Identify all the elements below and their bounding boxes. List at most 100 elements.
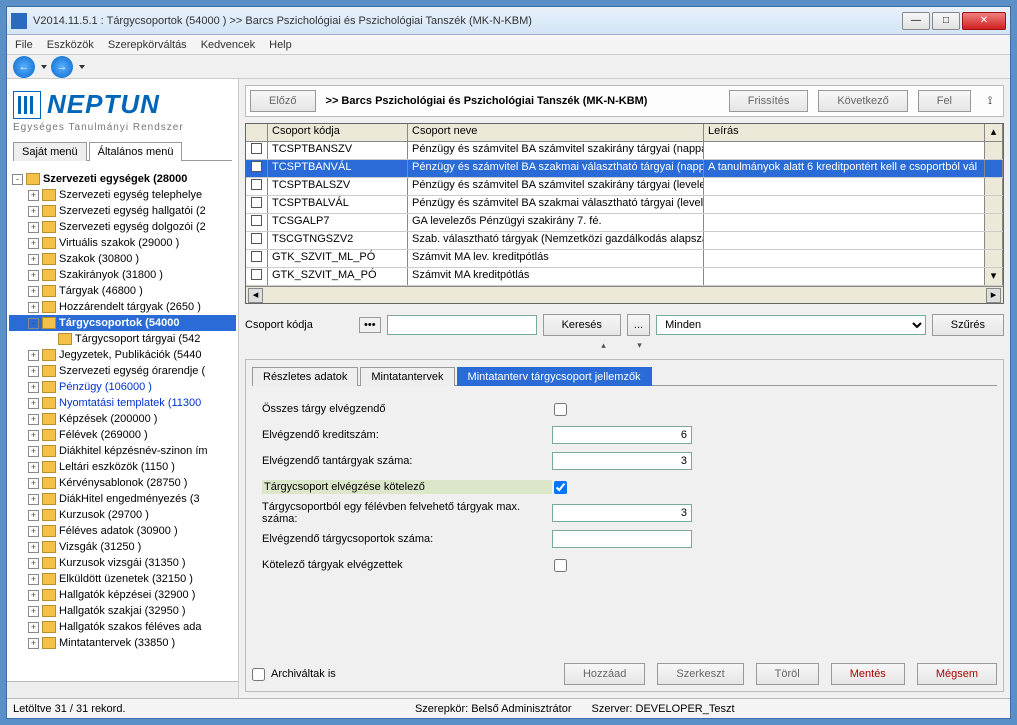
tree-expander-icon[interactable]: + [28, 606, 39, 617]
tree-expander-icon[interactable]: + [28, 510, 39, 521]
tree-item[interactable]: +Hallgatók szakos féléves ada [9, 619, 236, 635]
row-checkbox[interactable] [246, 142, 268, 159]
input-required-groups[interactable] [552, 530, 692, 548]
checkbox-mandatory-done[interactable] [554, 559, 567, 572]
tree-view[interactable]: -Szervezeti egységek (28000+Szervezeti e… [7, 167, 238, 681]
nav-back-dropdown-icon[interactable] [41, 65, 47, 69]
input-max-per-sem[interactable] [552, 504, 692, 522]
tree-item[interactable]: +Szervezeti egység dolgozói (2 [9, 219, 236, 235]
table-row[interactable]: TSCGTNGSZV2Szab. választható tárgyak (Ne… [246, 232, 1003, 250]
tree-expander-icon[interactable]: + [28, 254, 39, 265]
tree-item[interactable]: +Vizsgák (31250 ) [9, 539, 236, 555]
grid-scroll-right-icon[interactable]: ▸ [986, 288, 1001, 303]
tree-expander-icon[interactable]: + [28, 462, 39, 473]
row-checkbox[interactable] [246, 268, 268, 285]
nav-back-button[interactable]: ← [13, 56, 35, 78]
checkbox-group-mandatory[interactable] [554, 481, 567, 494]
search-input[interactable] [387, 315, 537, 335]
tree-item[interactable]: +Szakok (30800 ) [9, 251, 236, 267]
cancel-button[interactable]: Mégsem [917, 663, 997, 685]
input-required-subjects[interactable] [552, 452, 692, 470]
tree-item[interactable]: +Kurzusok vizsgái (31350 ) [9, 555, 236, 571]
tree-expander-icon[interactable]: + [28, 526, 39, 537]
grid-scroll-track[interactable] [985, 232, 1003, 249]
save-button[interactable]: Mentés [831, 663, 905, 685]
grid-scroll-track[interactable] [985, 214, 1003, 231]
tree-item[interactable]: +Leltári eszközök (1150 ) [9, 459, 236, 475]
next-button[interactable]: Következő [818, 90, 907, 112]
tree-expander-icon[interactable]: + [28, 286, 39, 297]
filter-select[interactable]: Minden [656, 315, 926, 335]
tree-expander-icon[interactable]: + [28, 542, 39, 553]
tree-expander-icon[interactable]: + [28, 414, 39, 425]
grid-header-scrollup-icon[interactable]: ▴ [985, 124, 1003, 141]
tree-item[interactable]: +Elküldött üzenetek (32150 ) [9, 571, 236, 587]
tree-expander-icon[interactable]: + [28, 446, 39, 457]
tree-item[interactable]: +Hallgatók szakjai (32950 ) [9, 603, 236, 619]
grid-scroll-left-icon[interactable]: ◂ [248, 288, 263, 303]
tree-expander-icon[interactable]: + [28, 478, 39, 489]
tree-expander-icon[interactable]: + [28, 382, 39, 393]
tree-expander-icon[interactable]: + [28, 398, 39, 409]
close-button[interactable]: ✕ [962, 12, 1006, 30]
tree-expander-icon[interactable]: - [28, 318, 39, 329]
menu-help[interactable]: Help [269, 39, 292, 51]
table-row[interactable]: GTK_SZVIT_MA_PÓSzámvit MA kreditpótlás▾ [246, 268, 1003, 286]
tree-expander-icon[interactable]: + [28, 350, 39, 361]
edit-button[interactable]: Szerkeszt [657, 663, 743, 685]
tree-item[interactable]: -Tárgycsoportok (54000 [9, 315, 236, 331]
grid-scroll-track[interactable] [985, 250, 1003, 267]
menu-tools[interactable]: Eszközök [47, 39, 94, 51]
tree-item[interactable]: +Kurzusok (29700 ) [9, 507, 236, 523]
tree-expander-icon[interactable]: + [28, 238, 39, 249]
table-row[interactable]: TCSPTBANVÁLPénzügy és számvitel BA szakm… [246, 160, 1003, 178]
tree-expander-icon[interactable]: + [28, 558, 39, 569]
row-checkbox[interactable] [246, 232, 268, 249]
grid-header-code[interactable]: Csoport kódja [268, 124, 408, 141]
add-button[interactable]: Hozzáad [564, 663, 645, 685]
tree-item[interactable]: +Szervezeti egység telephelye [9, 187, 236, 203]
tree-expander-icon[interactable]: + [28, 302, 39, 313]
row-checkbox[interactable] [246, 250, 268, 267]
splitter-handle[interactable]: ▴ ▾ [245, 340, 1004, 351]
titlebar[interactable]: V2014.11.5.1 : Tárgycsoportok (54000 ) >… [7, 7, 1010, 35]
menu-favorites[interactable]: Kedvencek [201, 39, 255, 51]
delete-button[interactable]: Töröl [756, 663, 819, 685]
tree-item[interactable]: +Tárgyak (46800 ) [9, 283, 236, 299]
row-checkbox[interactable] [246, 196, 268, 213]
tree-item[interactable]: +Nyomtatási templatek (11300 [9, 395, 236, 411]
tree-item[interactable]: +Féléves adatok (30900 ) [9, 523, 236, 539]
tree-hscroll[interactable] [7, 681, 238, 698]
tree-item[interactable]: +Kérvénysablonok (28750 ) [9, 475, 236, 491]
row-checkbox[interactable] [246, 160, 268, 177]
tree-item[interactable]: +Képzések (200000 ) [9, 411, 236, 427]
menu-rolechange[interactable]: Szerepkörváltás [108, 39, 187, 51]
tab-own-menu[interactable]: Saját menü [13, 142, 87, 161]
pin-icon[interactable]: ⟟ [981, 95, 999, 108]
tab-details[interactable]: Részletes adatok [252, 367, 358, 386]
table-row[interactable]: GTK_SZVIT_ML_PÓSzámvit MA lev. kreditpót… [246, 250, 1003, 268]
tree-item[interactable]: Tárgycsoport tárgyai (542 [9, 331, 236, 347]
tab-general-menu[interactable]: Általános menü [89, 142, 183, 161]
table-row[interactable]: TCSPTBANSZVPénzügy és számvitel BA számv… [246, 142, 1003, 160]
tree-item[interactable]: +Hallgatók képzései (32900 ) [9, 587, 236, 603]
browse-button[interactable]: ... [627, 314, 650, 336]
tree-item[interactable]: +Jegyzetek, Publikációk (5440 [9, 347, 236, 363]
row-checkbox[interactable] [246, 178, 268, 195]
tree-expander-icon[interactable]: + [28, 270, 39, 281]
grid-header-name[interactable]: Csoport neve [408, 124, 704, 141]
tree-expander-icon[interactable]: + [28, 622, 39, 633]
tab-group-properties[interactable]: Mintatanterv tárgycsoport jellemzők [457, 367, 652, 386]
tree-expander-icon[interactable]: + [28, 574, 39, 585]
table-row[interactable]: TCSPTBALVÁLPénzügy és számvitel BA szakm… [246, 196, 1003, 214]
checkbox-all-required[interactable] [554, 403, 567, 416]
nav-forward-dropdown-icon[interactable] [79, 65, 85, 69]
tree-item[interactable]: -Szervezeti egységek (28000 [9, 171, 236, 187]
tree-expander-icon[interactable]: + [28, 222, 39, 233]
search-mask-icon[interactable]: ••• [359, 317, 381, 333]
refresh-button[interactable]: Frissítés [729, 90, 809, 112]
prev-button[interactable]: Előző [250, 90, 316, 112]
grid-scroll-track[interactable] [985, 196, 1003, 213]
grid-scroll-track[interactable] [985, 178, 1003, 195]
tree-item[interactable]: +Szakirányok (31800 ) [9, 267, 236, 283]
